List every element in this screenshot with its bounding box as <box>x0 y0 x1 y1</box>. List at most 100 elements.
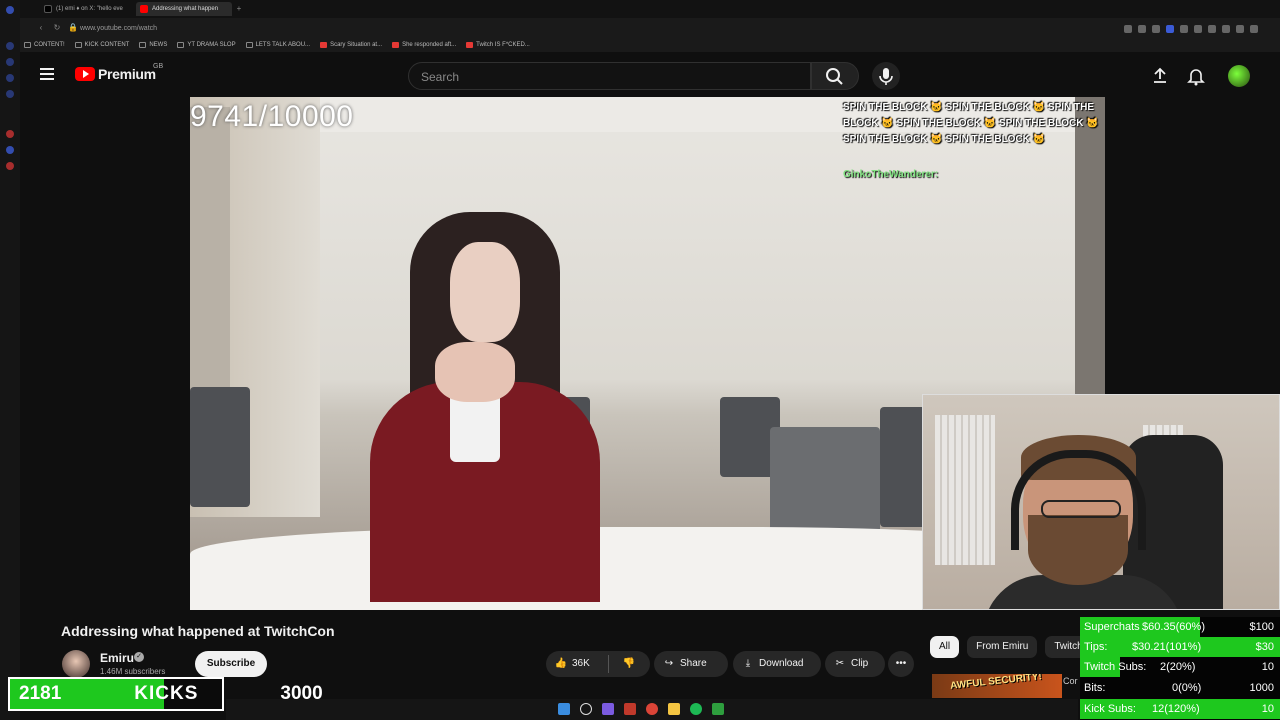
address-bar[interactable]: www.youtube.com/watch <box>80 22 1120 36</box>
webcam-overlay <box>922 394 1280 610</box>
share-button[interactable]: ↪ Share <box>654 651 728 677</box>
hamburger-menu-icon[interactable] <box>40 68 54 80</box>
goal-label: Twitch Subs: <box>1084 661 1147 673</box>
sidebar-app-icon[interactable] <box>6 74 14 82</box>
goal-row: Bits: 0(0%) 1000 <box>1080 678 1280 698</box>
folder-icon <box>245 42 253 48</box>
download-icon[interactable] <box>1236 25 1244 33</box>
goal-row: Kick Subs: 12(120%) 10 <box>1080 699 1280 719</box>
new-tab-icon[interactable]: + <box>234 4 244 14</box>
folder-icon[interactable] <box>668 703 680 715</box>
bookmarks-bar: CONTENT! KICK CONTENT NEWS YT DRAMA SLOP… <box>24 39 530 51</box>
upload-icon[interactable] <box>1150 66 1170 86</box>
related-filter-chips: All From Emiru Twitch <box>930 636 1092 658</box>
video-subject <box>370 212 600 610</box>
goal-row: Tips: $30.21(101%) $30 <box>1080 637 1280 657</box>
discord-icon[interactable] <box>602 703 614 715</box>
thumbs-down-icon[interactable]: 👎 <box>622 651 636 677</box>
voice-search-button[interactable] <box>872 62 900 90</box>
spotify-icon[interactable] <box>690 703 702 715</box>
bookmark-item[interactable]: YT DRAMA SLOP <box>177 39 236 51</box>
reload-icon[interactable]: ↻ <box>52 23 62 33</box>
sidebar-app-icon[interactable] <box>6 130 14 138</box>
notifications-bell-icon[interactable] <box>1186 66 1206 86</box>
webcam-window-blinds <box>935 415 995 565</box>
kicks-goal: 3000 <box>280 683 323 704</box>
zoom-icon[interactable] <box>1124 25 1132 33</box>
goal-value: 2(20%) <box>1160 661 1196 673</box>
folder-icon <box>74 42 82 48</box>
messenger-icon[interactable] <box>6 146 14 154</box>
account-avatar[interactable] <box>1228 65 1250 87</box>
more-actions-button[interactable]: ••• <box>888 651 914 677</box>
headset-icon <box>1011 450 1146 550</box>
chip-from-channel[interactable]: From Emiru <box>967 636 1038 658</box>
subscribe-button[interactable]: Subscribe <box>195 651 267 677</box>
related-video-title[interactable]: Cor <box>1063 676 1078 686</box>
play-icon[interactable] <box>1180 25 1188 33</box>
extension-icon[interactable] <box>1138 25 1146 33</box>
goal-target: 1000 <box>1249 682 1274 694</box>
bookmark-item[interactable]: KICK CONTENT <box>74 39 129 51</box>
bookmark-item[interactable]: Scary Situation at... <box>320 39 382 51</box>
goal-target: $100 <box>1249 621 1274 633</box>
bookmark-item[interactable]: CONTENT! <box>24 39 65 51</box>
share-label: Share <box>680 658 707 669</box>
windows-start-icon[interactable] <box>558 703 570 715</box>
like-count[interactable]: 36K <box>572 658 590 669</box>
logo-label[interactable]: Premium <box>98 66 156 82</box>
thumbs-up-icon[interactable]: 👍 <box>554 651 568 677</box>
search-placeholder: Search <box>421 70 460 84</box>
bookmark-item[interactable]: NEWS <box>139 39 167 51</box>
heart-icon[interactable] <box>1194 25 1202 33</box>
goal-value: $60.35(60%) <box>1142 621 1205 633</box>
related-video-thumbnail[interactable]: AWFUL SECURITY! <box>932 674 1062 698</box>
bookmark-item[interactable]: Twitch IS F*CKED... <box>466 39 530 51</box>
sidebar-app-icon[interactable] <box>6 58 14 66</box>
microphone-icon <box>879 68 893 85</box>
app-icon[interactable] <box>624 703 636 715</box>
counter-overlay: 9741/10000 <box>190 100 354 133</box>
browser-logo-icon[interactable] <box>6 6 14 14</box>
chat-overlay-username: GinkoTheWanderer: <box>843 169 939 180</box>
goal-label: Tips: <box>1084 641 1108 653</box>
search-input[interactable]: Search <box>408 62 811 90</box>
download-button[interactable]: ⤓ Download <box>733 651 821 677</box>
goal-label: Bits: <box>1084 682 1106 694</box>
video-scene-chair <box>190 387 250 507</box>
x-icon <box>44 5 52 13</box>
tab-youtube-video[interactable]: Addressing what happen <box>136 2 232 16</box>
channel-avatar[interactable] <box>62 650 90 678</box>
extension-icon[interactable] <box>1166 25 1174 33</box>
goal-label: Kick Subs: <box>1084 703 1136 715</box>
goal-row: Superchats $60.35(60%) $100 <box>1080 617 1280 637</box>
sidebar-app-icon[interactable] <box>6 42 14 50</box>
region-code: GB <box>153 63 164 70</box>
menu-icon[interactable] <box>1250 25 1258 33</box>
sidebar-app-icon[interactable] <box>6 90 14 98</box>
goal-row: Twitch Subs: 2(20%) 10 <box>1080 657 1280 677</box>
lock-icon: 🔒 <box>68 23 78 32</box>
thumbnail-text: AWFUL SECURITY! <box>949 674 1043 692</box>
browser-chrome: (1) emi ♦ on X: "hello eve Addressing wh… <box>0 0 1280 52</box>
search-icon <box>826 68 843 85</box>
clip-button[interactable]: ✂ Clip <box>825 651 885 677</box>
chip-all[interactable]: All <box>930 636 960 658</box>
browser-icon[interactable] <box>646 703 658 715</box>
bookmark-item[interactable]: LETS TALK ABOU... <box>245 39 310 51</box>
video-title: Addressing what happened at TwitchCon <box>61 623 335 639</box>
tab-x-post[interactable]: (1) emi ♦ on X: "hello eve <box>40 2 132 16</box>
back-icon[interactable]: ‹ <box>36 23 46 33</box>
channel-name[interactable]: Emiru <box>100 651 134 665</box>
youtube-logo-icon[interactable] <box>75 67 95 81</box>
search-button[interactable] <box>811 62 859 90</box>
youtube-icon <box>320 42 328 48</box>
bookmark-icon[interactable] <box>1152 25 1160 33</box>
extension-icon[interactable] <box>1208 25 1216 33</box>
search-icon[interactable] <box>580 703 592 715</box>
extension-icon[interactable] <box>1222 25 1230 33</box>
sidebar-app-icon[interactable] <box>6 162 14 170</box>
goal-target: 10 <box>1261 661 1274 673</box>
bookmark-item[interactable]: She responded aft... <box>392 39 456 51</box>
xbox-icon[interactable] <box>712 703 724 715</box>
